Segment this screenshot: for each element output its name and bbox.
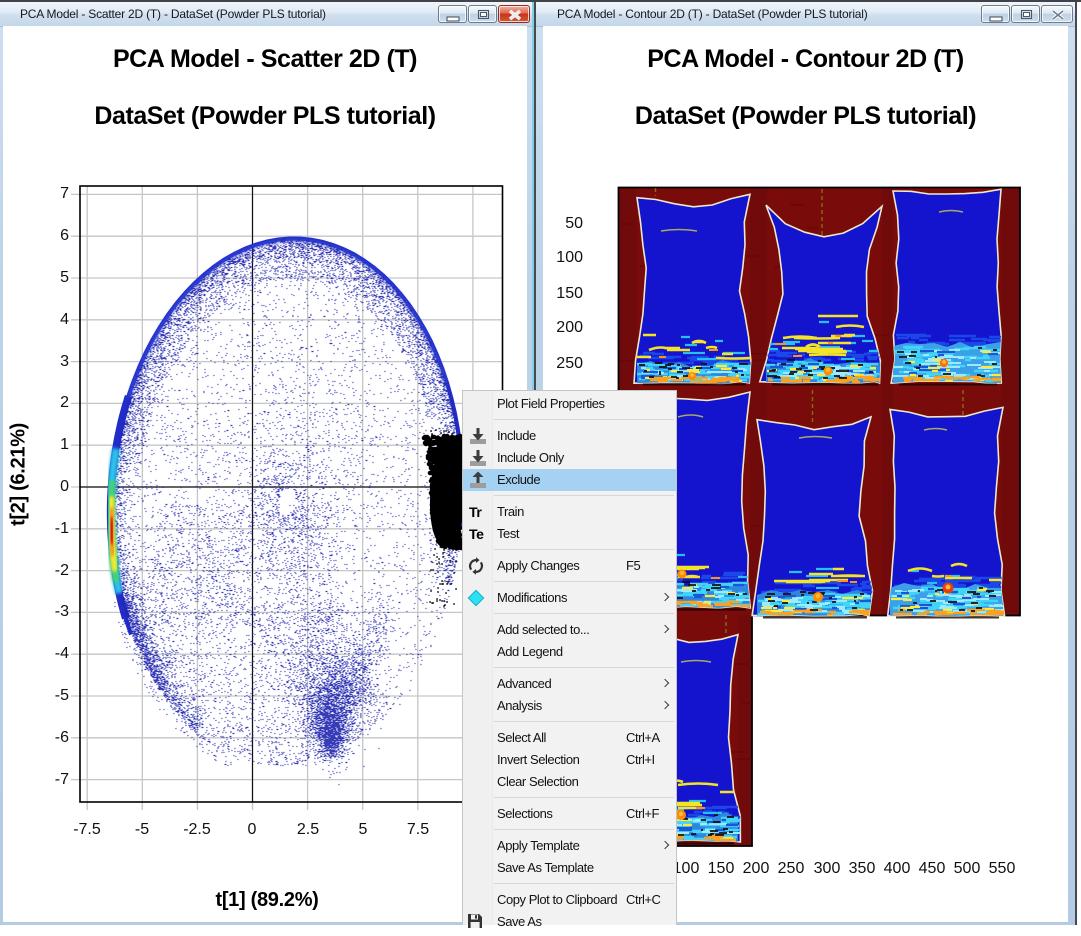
svg-text:5: 5	[359, 821, 368, 838]
svg-text:450: 450	[919, 860, 946, 877]
svg-text:300: 300	[814, 860, 841, 877]
svg-text:50: 50	[565, 215, 583, 232]
svg-text:0: 0	[60, 478, 69, 495]
svg-text:-5: -5	[135, 821, 149, 838]
svg-text:100: 100	[556, 249, 583, 266]
svg-text:1: 1	[60, 436, 69, 453]
svg-text:250: 250	[556, 355, 583, 372]
svg-text:-6: -6	[55, 729, 69, 746]
svg-text:150: 150	[708, 860, 735, 877]
svg-text:3: 3	[60, 353, 69, 370]
svg-text:-7: -7	[55, 771, 69, 788]
svg-text:-2: -2	[55, 562, 69, 579]
svg-text:-5: -5	[55, 687, 69, 704]
svg-text:2.5: 2.5	[297, 821, 319, 838]
svg-text:-4: -4	[55, 645, 69, 662]
svg-text:200: 200	[743, 860, 770, 877]
svg-text:6: 6	[60, 227, 69, 244]
svg-text:-7.5: -7.5	[73, 821, 101, 838]
svg-text:400: 400	[884, 860, 911, 877]
svg-text:-2.5: -2.5	[183, 821, 211, 838]
svg-text:150: 150	[556, 285, 583, 302]
svg-text:500: 500	[954, 860, 981, 877]
svg-text:4: 4	[60, 311, 69, 328]
svg-text:200: 200	[556, 319, 583, 336]
svg-text:0: 0	[248, 821, 257, 838]
svg-text:550: 550	[989, 860, 1016, 877]
svg-text:7: 7	[60, 185, 69, 202]
svg-text:-3: -3	[55, 603, 69, 620]
svg-text:5: 5	[60, 269, 69, 286]
svg-text:7.5: 7.5	[407, 821, 429, 838]
svg-text:-1: -1	[55, 520, 69, 537]
svg-text:350: 350	[849, 860, 876, 877]
svg-text:2: 2	[60, 394, 69, 411]
svg-text:250: 250	[778, 860, 805, 877]
